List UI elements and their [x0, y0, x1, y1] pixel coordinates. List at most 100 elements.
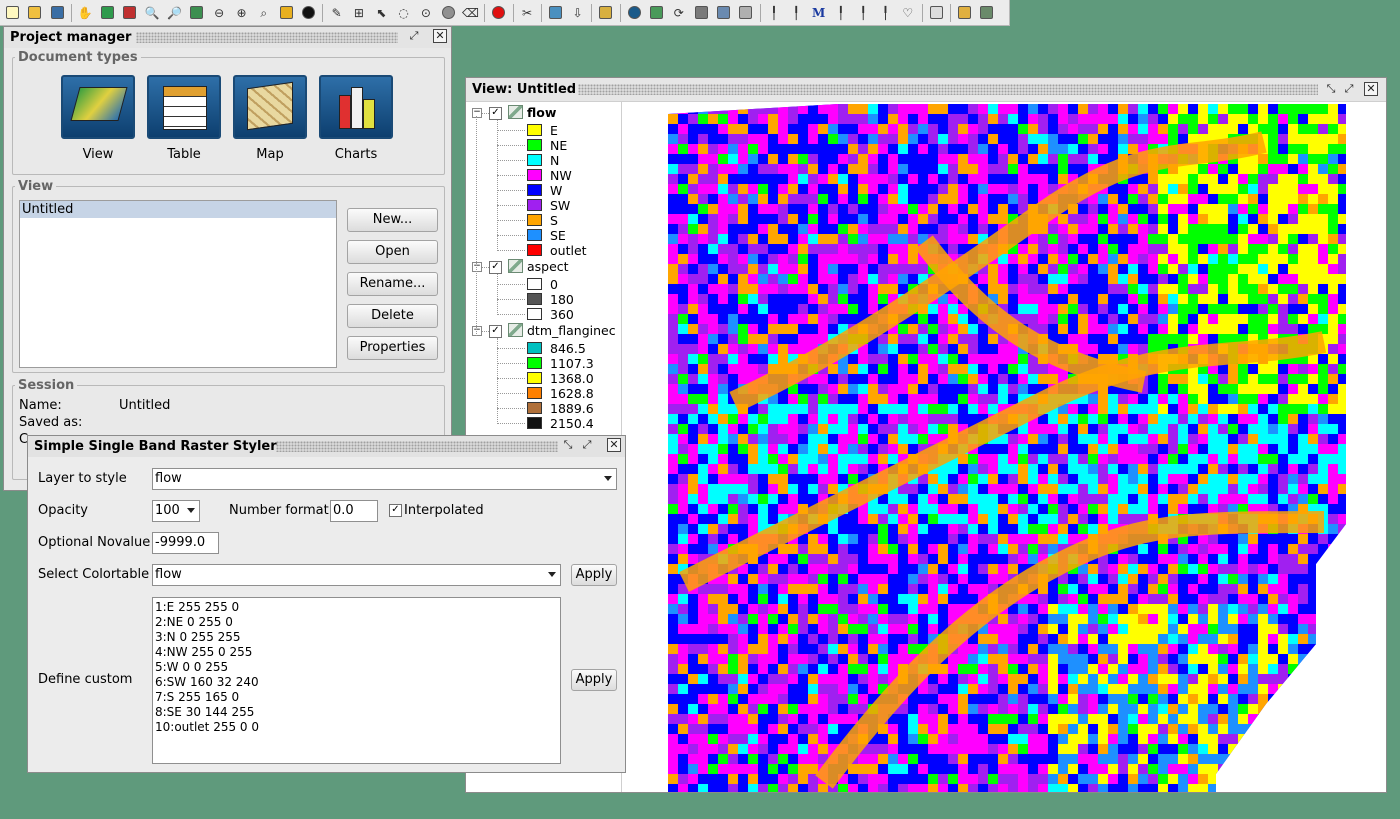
- pin5-icon[interactable]: ╿: [876, 3, 895, 23]
- zoom-layer-icon[interactable]: [120, 3, 139, 23]
- raster-styler-titlebar[interactable]: Simple Single Band Raster Styler ⤡ ⤢ ✕: [28, 436, 625, 457]
- map-icon[interactable]: [647, 3, 666, 23]
- pin3-icon[interactable]: ╿: [831, 3, 850, 23]
- collapse-icon[interactable]: −: [472, 262, 482, 272]
- interpolated-label: Interpolated: [404, 503, 484, 518]
- toolbar-separator: [70, 3, 72, 22]
- opacity-select[interactable]: 100: [152, 500, 200, 522]
- cycle-icon[interactable]: ⟳: [669, 3, 688, 23]
- define-custom-textarea[interactable]: 1:E 255 255 0 2:NE 0 255 0 3:N 0 255 255 4:…: [152, 597, 561, 764]
- pan-icon[interactable]: ✋: [76, 3, 95, 23]
- collapse-icon[interactable]: −: [472, 108, 482, 118]
- rename-button[interactable]: Rename...: [347, 272, 438, 296]
- pin-icon[interactable]: ╿: [765, 3, 784, 23]
- erase-icon[interactable]: ⌫: [461, 3, 480, 23]
- number-format-input[interactable]: 0.0: [330, 500, 378, 522]
- zoom-previous-icon[interactable]: ⊖: [210, 3, 229, 23]
- save-icon[interactable]: [48, 3, 67, 23]
- pointer-icon[interactable]: ⬉: [372, 3, 391, 23]
- zoom-out-icon[interactable]: 🔎: [165, 3, 184, 23]
- new-button[interactable]: New...: [347, 208, 438, 232]
- delete-button[interactable]: Delete: [347, 304, 438, 328]
- maximize-icon[interactable]: ⤢: [1342, 82, 1356, 96]
- close-icon[interactable]: ✕: [433, 29, 447, 43]
- zoom-next-icon[interactable]: ⊕: [232, 3, 251, 23]
- collapse-icon[interactable]: −: [472, 326, 482, 336]
- circle-select-icon[interactable]: ◌: [394, 3, 413, 23]
- lasso-icon[interactable]: ⊙: [416, 3, 435, 23]
- import-icon[interactable]: [546, 3, 565, 23]
- interpolated-checkbox[interactable]: ✓: [389, 504, 402, 517]
- apply-colortable-button[interactable]: Apply: [571, 564, 617, 586]
- doc-type-label: View: [82, 147, 114, 162]
- new-icon[interactable]: [3, 3, 22, 23]
- sphere-icon[interactable]: [439, 3, 458, 23]
- layer-visibility-checkbox[interactable]: ✓: [489, 107, 502, 120]
- minimize-icon[interactable]: ⤡: [561, 438, 575, 452]
- globe-icon[interactable]: [625, 3, 644, 23]
- stop-icon[interactable]: [489, 3, 508, 23]
- view-window-titlebar[interactable]: View: Untitled ⤡ ⤢ ✕: [466, 78, 1386, 102]
- colortable-value: flow: [155, 567, 182, 582]
- toolbar-separator: [949, 3, 951, 22]
- doc-type-table[interactable]: Table: [144, 75, 224, 162]
- folder-icon[interactable]: [955, 3, 974, 23]
- tools-icon[interactable]: ✂: [518, 3, 537, 23]
- pin4-icon[interactable]: ╿: [854, 3, 873, 23]
- zoom-extent-icon[interactable]: [98, 3, 117, 23]
- raster-layer-icon: [508, 323, 523, 337]
- open-icon[interactable]: [25, 3, 44, 23]
- session-name-value: Untitled: [119, 398, 171, 413]
- project-manager-window: Project manager ⤢ ✕ Document types View …: [3, 26, 452, 491]
- gallery-icon[interactable]: [977, 3, 996, 23]
- legend-swatch: [527, 417, 542, 429]
- layer-to-style-value: flow: [155, 471, 182, 486]
- legend-swatch: [527, 214, 542, 226]
- export-icon[interactable]: ⇩: [568, 3, 587, 23]
- layer-visibility-checkbox[interactable]: ✓: [489, 325, 502, 338]
- doc-type-charts[interactable]: Charts: [316, 75, 396, 162]
- doc-type-view[interactable]: View: [58, 75, 138, 162]
- session-saved-as-label: Saved as:: [19, 415, 83, 430]
- maximize-icon[interactable]: ⤢: [580, 438, 594, 452]
- open-button[interactable]: Open: [347, 240, 438, 264]
- select-icon[interactable]: ⊞: [349, 3, 368, 23]
- project-manager-titlebar[interactable]: Project manager ⤢ ✕: [4, 27, 451, 48]
- colortable-select[interactable]: flow: [152, 564, 561, 586]
- close-icon[interactable]: ✕: [1364, 82, 1378, 96]
- view-list-item[interactable]: Untitled: [20, 201, 336, 218]
- pin2-icon[interactable]: ╿: [787, 3, 806, 23]
- minimize-icon[interactable]: ⤡: [1324, 82, 1338, 96]
- map-canvas[interactable]: [624, 102, 1386, 792]
- zoom-select-icon[interactable]: ⌕: [254, 3, 273, 23]
- balloon-icon[interactable]: ♡: [898, 3, 917, 23]
- toolbar-separator: [591, 3, 593, 22]
- layer-name-aspect[interactable]: aspect: [527, 259, 569, 274]
- zoom-in-icon[interactable]: 🔍: [143, 3, 162, 23]
- tape-icon[interactable]: [596, 3, 615, 23]
- legend-entry-label: outlet: [550, 243, 587, 258]
- doc-type-map[interactable]: Map: [230, 75, 310, 162]
- layer-visibility-checkbox[interactable]: ✓: [489, 261, 502, 274]
- notes-icon[interactable]: [927, 3, 946, 23]
- view-list[interactable]: Untitled: [19, 200, 337, 368]
- close-icon[interactable]: ✕: [607, 438, 621, 452]
- charts-doc-icon: [319, 75, 393, 139]
- select-color-icon[interactable]: [277, 3, 296, 23]
- formula-icon[interactable]: M: [809, 3, 828, 23]
- apply-custom-button[interactable]: Apply: [571, 669, 617, 691]
- info-icon[interactable]: [299, 3, 318, 23]
- layer-name-dtm_flanginec[interactable]: dtm_flanginec: [527, 323, 616, 338]
- database-icon[interactable]: [692, 3, 711, 23]
- measure-icon[interactable]: ✎: [327, 3, 346, 23]
- legend-swatch: [527, 124, 542, 136]
- layer-to-style-select[interactable]: flow: [152, 468, 617, 490]
- maximize-icon[interactable]: ⤢: [407, 29, 421, 43]
- layer-name-flow[interactable]: flow: [527, 105, 556, 120]
- define-custom-label: Define custom: [38, 672, 133, 687]
- picture-icon[interactable]: [736, 3, 755, 23]
- novalue-input[interactable]: -9999.0: [152, 532, 219, 554]
- tools2-icon[interactable]: [714, 3, 733, 23]
- properties-button[interactable]: Properties: [347, 336, 438, 360]
- layers-icon[interactable]: [187, 3, 206, 23]
